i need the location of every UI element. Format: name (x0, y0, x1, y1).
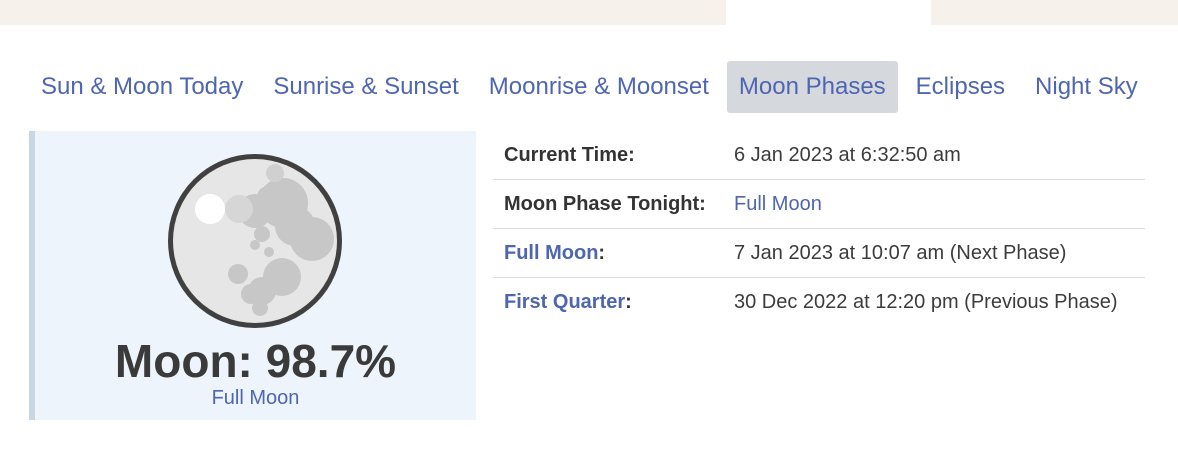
table-row: Moon Phase Tonight: Full Moon (493, 179, 1145, 229)
top-strip-right (931, 0, 1178, 25)
tab-sun-moon-today[interactable]: Sun & Moon Today (26, 61, 258, 113)
moon-phase-tonight-label: Moon Phase Tonight: (493, 179, 723, 229)
table-row: Full Moon: 7 Jan 2023 at 10:07 am (Next … (493, 228, 1145, 278)
tab-moonrise-moonset[interactable]: Moonrise & Moonset (474, 61, 724, 113)
moon-illumination: Moon: 98.7% (114, 335, 397, 387)
moon-details-table: Current Time: 6 Jan 2023 at 6:32:50 am M… (493, 131, 1145, 326)
tab-night-sky[interactable]: Night Sky (1020, 61, 1153, 113)
current-time-label: Current Time: (504, 143, 635, 166)
full-moon-icon (168, 154, 342, 328)
tab-moon-phases[interactable]: Moon Phases (726, 61, 898, 113)
full-moon-link[interactable]: Full Moon (504, 242, 598, 264)
current-time-value: 6 Jan 2023 at 6:32:50 am (734, 143, 961, 166)
top-strip-left (0, 0, 726, 25)
top-strip (0, 0, 1178, 25)
section-nav: Sun & Moon Today Sunrise & Sunset Moonri… (26, 61, 1153, 113)
label-colon: : (598, 241, 606, 264)
table-row: Current Time: 6 Jan 2023 at 6:32:50 am (493, 131, 1145, 180)
moon-phase-tonight-cell: Full Moon (723, 179, 1145, 229)
previous-phase-value: 30 Dec 2022 at 12:20 pm (Previous Phase) (723, 277, 1145, 326)
next-phase-value: 7 Jan 2023 at 10:07 am (Next Phase) (723, 228, 1145, 278)
moon-phase-panel: Moon: 98.7% Full Moon (29, 131, 476, 420)
previous-phase-label-cell: First Quarter: (493, 277, 723, 326)
tab-sunrise-sunset[interactable]: Sunrise & Sunset (258, 61, 473, 113)
next-phase-label-cell: Full Moon: (493, 228, 723, 278)
label-colon: : (625, 290, 632, 313)
table-row: First Quarter: 30 Dec 2022 at 12:20 pm (… (493, 277, 1145, 326)
top-strip-notch (726, 0, 931, 25)
moon-phase-tonight-link[interactable]: Full Moon (734, 193, 822, 215)
moon-phase-link[interactable]: Full Moon (35, 385, 476, 411)
tab-eclipses[interactable]: Eclipses (901, 61, 1020, 113)
first-quarter-link[interactable]: First Quarter (504, 291, 625, 313)
